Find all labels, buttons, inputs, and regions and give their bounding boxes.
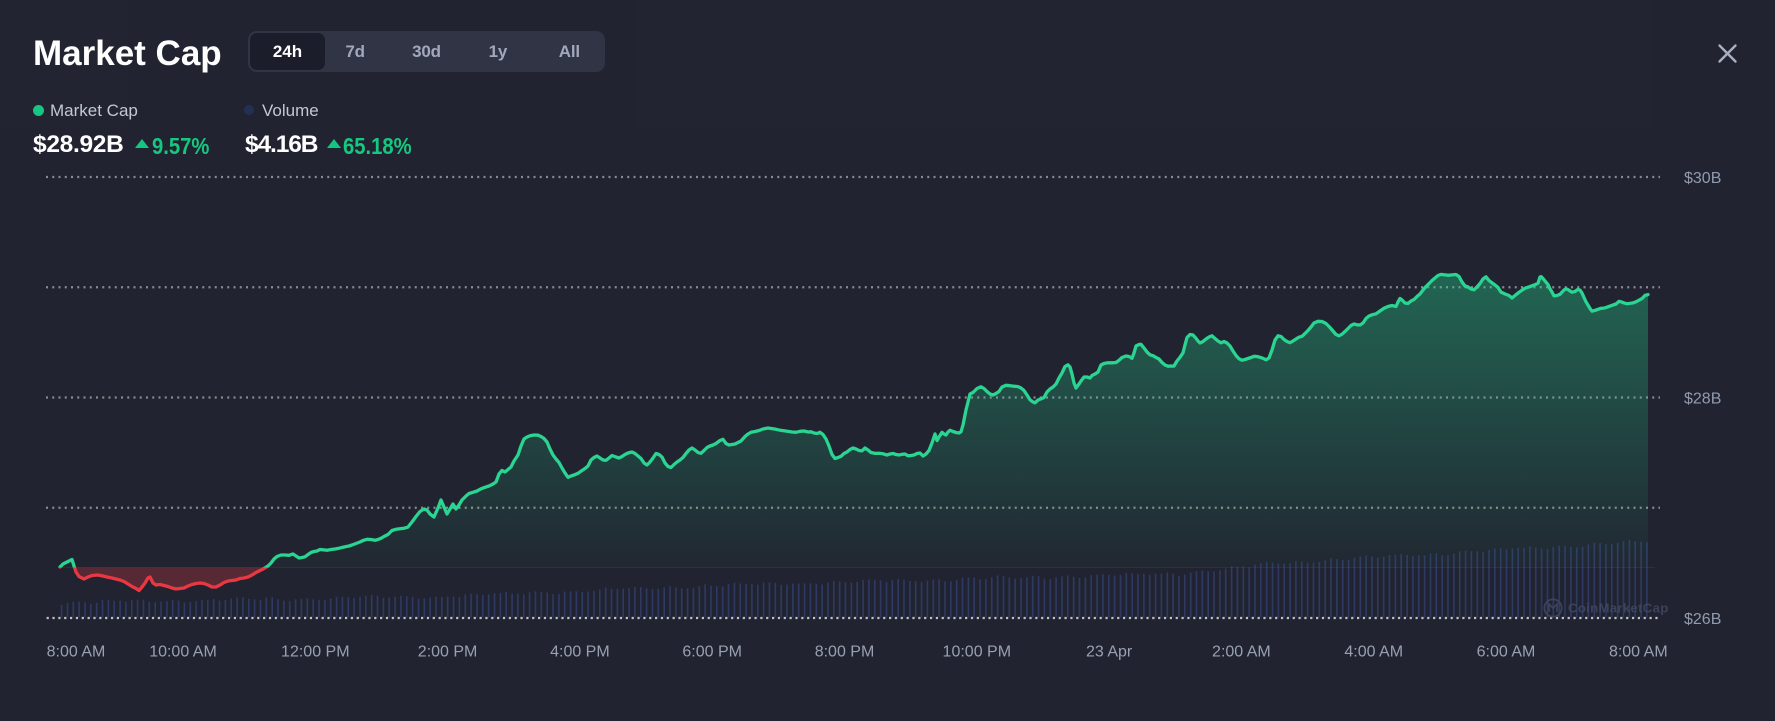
svg-text:8:00 PM: 8:00 PM <box>815 644 875 661</box>
svg-text:6:00 AM: 6:00 AM <box>1477 644 1536 661</box>
svg-text:23 Apr: 23 Apr <box>1086 644 1133 661</box>
svg-text:$30B: $30B <box>1684 170 1721 187</box>
svg-text:8:00 AM: 8:00 AM <box>1609 644 1668 661</box>
svg-text:12:00 PM: 12:00 PM <box>281 644 349 661</box>
svg-text:CoinMarketCap: CoinMarketCap <box>1568 601 1669 616</box>
svg-text:4:00 AM: 4:00 AM <box>1344 644 1403 661</box>
svg-text:$28B: $28B <box>1684 391 1721 408</box>
svg-text:6:00 PM: 6:00 PM <box>682 644 742 661</box>
svg-text:2:00 PM: 2:00 PM <box>418 644 478 661</box>
svg-text:2:00 AM: 2:00 AM <box>1212 644 1271 661</box>
svg-text:10:00 AM: 10:00 AM <box>149 644 217 661</box>
svg-text:10:00 PM: 10:00 PM <box>943 644 1011 661</box>
svg-text:8:00 AM: 8:00 AM <box>47 644 106 661</box>
svg-text:$26B: $26B <box>1684 611 1721 628</box>
svg-text:4:00 PM: 4:00 PM <box>550 644 610 661</box>
